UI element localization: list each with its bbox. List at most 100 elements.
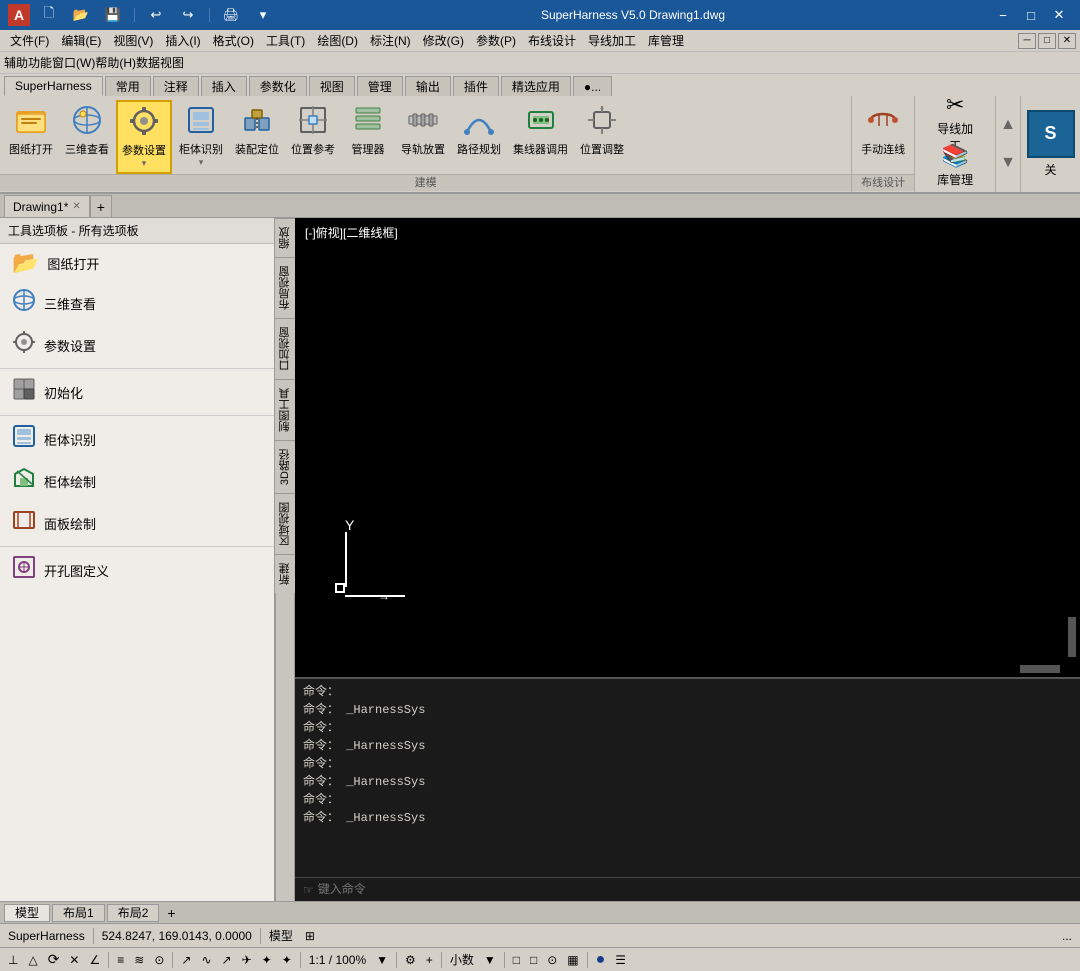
bt-circle-btn[interactable]: ⊙ [543, 952, 561, 968]
ribbon-btn-rail[interactable]: 导轨放置 [396, 100, 450, 161]
ribbon-btn-pos-ref[interactable]: 位置参考 [286, 100, 340, 161]
tab-plugin[interactable]: 插件 [453, 76, 499, 96]
ribbon-btn-manual-wire[interactable]: 手动连线 [856, 100, 910, 161]
bt-square1[interactable]: □ [509, 952, 524, 968]
bt-plus[interactable]: + [422, 952, 437, 968]
sidebar-item-cabinet-detect[interactable]: 柜体识别 [0, 418, 274, 460]
bt-snap[interactable]: ⟳ [44, 950, 64, 969]
maximize-btn[interactable]: □ [1018, 4, 1044, 26]
menu-routing[interactable]: 布线设计 [522, 30, 582, 51]
menu-format[interactable]: 格式(O) [207, 30, 260, 51]
ribbon-btn-params[interactable]: 参数设置 ▾ [116, 100, 172, 174]
ribbon-btn-open-drawing[interactable]: 图纸打开 [4, 100, 58, 161]
bt-square2[interactable]: □ [526, 952, 541, 968]
vtab-new[interactable]: 新建 [275, 554, 295, 593]
v-scrollbar[interactable] [1068, 617, 1076, 657]
menu-modify[interactable]: 修改(G) [417, 30, 470, 51]
doc-tab-new[interactable]: + [90, 195, 112, 217]
sidebar-item-3dview[interactable]: 三维查看 [0, 282, 274, 324]
vtab-add-view[interactable]: 口加视窗 [275, 318, 295, 379]
bt-plane[interactable]: ✈ [238, 952, 256, 968]
doc-tab-drawing1[interactable]: Drawing1* ✕ [4, 195, 90, 217]
close-btn[interactable]: ✕ [1046, 4, 1072, 26]
new-btn[interactable]: 🗋 [36, 4, 62, 26]
save-btn[interactable]: 💾 [100, 4, 126, 26]
tab-annotation[interactable]: 注释 [153, 76, 199, 96]
menu-dataview[interactable]: 数据视图 [136, 54, 184, 71]
menu-file[interactable]: 文件(F) [4, 30, 55, 51]
chevron-down-icon[interactable]: ▼ [1000, 154, 1016, 172]
tab-manage[interactable]: 管理 [357, 76, 403, 96]
menu-tools[interactable]: 工具(T) [260, 30, 311, 51]
bt-angle[interactable]: ∠ [85, 952, 104, 968]
bt-menu[interactable]: ☰ [611, 952, 630, 968]
ribbon-btn-cabinet-detect[interactable]: 柜体识别 ▾ [174, 100, 228, 172]
bt-ortho[interactable]: ⊥ [4, 952, 22, 968]
ribbon-btn-hub[interactable]: 集线器调用 [508, 100, 573, 161]
float-min[interactable]: ─ [1018, 33, 1036, 49]
vtab-zoom[interactable]: 缩放 [275, 218, 295, 257]
menu-insert[interactable]: 插入(I) [159, 30, 206, 51]
bt-transparency[interactable]: ≋ [130, 952, 148, 968]
ribbon-btn-path[interactable]: 路径规划 [452, 100, 506, 161]
sidebar-item-panel-draw[interactable]: 面板绘制 [0, 502, 274, 544]
ribbon-btn-pos-adjust[interactable]: 位置调整 [575, 100, 629, 161]
bt-lineweight[interactable]: ≡ [113, 952, 128, 968]
bt-star2[interactable]: ✦ [278, 952, 296, 968]
menu-window[interactable]: 窗口(W) [52, 54, 95, 71]
tab-parametric[interactable]: 参数化 [249, 76, 307, 96]
vtab-region-view[interactable]: 区域视图 [275, 493, 295, 554]
bt-decimal-arrow[interactable]: ▼ [480, 952, 500, 968]
sidebar-item-init[interactable]: 初始化 [0, 371, 274, 413]
menu-wire-proc[interactable]: 导线加工 [582, 30, 642, 51]
bt-grid-btn[interactable]: ▦ [563, 952, 582, 968]
bottom-tab-new[interactable]: + [161, 903, 181, 923]
bt-nosnap[interactable]: ✕ [65, 952, 83, 968]
bt-arrow1[interactable]: ↗ [177, 952, 195, 968]
bt-wave[interactable]: ∿ [197, 952, 215, 968]
bt-scale[interactable]: 1:1 / 100% [305, 952, 370, 968]
menu-lib[interactable]: 库管理 [642, 30, 690, 51]
ribbon-btn-manager[interactable]: 管理器 [342, 100, 394, 161]
menu-annotate[interactable]: 标注(N) [364, 30, 417, 51]
tab-featured[interactable]: 精选应用 [501, 76, 571, 96]
redo-btn[interactable]: ↪ [175, 4, 201, 26]
undo-btn[interactable]: ↩ [143, 4, 169, 26]
chevron-up-icon[interactable]: ▲ [1000, 116, 1016, 134]
tab-more[interactable]: ●... [573, 76, 612, 96]
close-ribbon-btn[interactable]: 关 [1044, 161, 1056, 178]
float-restore[interactable]: □ [1038, 33, 1056, 49]
tab-common[interactable]: 常用 [105, 76, 151, 96]
tab-output[interactable]: 输出 [405, 76, 451, 96]
print-btn[interactable]: 🖨 [218, 4, 244, 26]
print-arrow-btn[interactable]: ▾ [250, 4, 276, 26]
menu-draw[interactable]: 绘图(D) [311, 30, 364, 51]
tab-view[interactable]: 视图 [309, 76, 355, 96]
bt-decimal[interactable]: 小数 [446, 950, 478, 969]
bt-polar[interactable]: △ [24, 952, 41, 968]
bottom-tab-layout1[interactable]: 布局1 [52, 904, 105, 922]
bottom-tab-layout2[interactable]: 布局2 [107, 904, 160, 922]
ribbon-btn-lib-manage[interactable]: 📚 库管理 [923, 146, 987, 184]
bt-select[interactable]: ⊙ [150, 952, 168, 968]
menu-edit[interactable]: 编辑(E) [55, 30, 107, 51]
vtab-drawing-tool[interactable]: 制图工具 [275, 379, 295, 440]
menu-assist[interactable]: 辅助功能 [4, 54, 52, 71]
bt-scale-arrow[interactable]: ▼ [372, 952, 392, 968]
open-btn[interactable]: 📂 [68, 4, 94, 26]
menu-help[interactable]: 帮助(H) [95, 54, 136, 71]
tab-superharness[interactable]: SuperHarness [4, 76, 103, 96]
sidebar-item-hole[interactable]: 开孔图定义 [0, 549, 274, 591]
sidebar-item-params[interactable]: 参数设置 [0, 324, 274, 366]
bt-gear[interactable]: ⚙ [401, 952, 420, 968]
minimize-btn[interactable]: − [990, 4, 1016, 26]
doc-tab-close[interactable]: ✕ [72, 201, 80, 212]
sidebar-item-cabinet-draw[interactable]: 柜体绘制 [0, 460, 274, 502]
h-scrollbar[interactable] [1020, 665, 1060, 673]
ribbon-btn-wire-proc[interactable]: ✂ 导线加工 [923, 104, 987, 142]
sidebar-item-open[interactable]: 📂 图纸打开 [0, 244, 274, 282]
bt-star1[interactable]: ✦ [258, 952, 276, 968]
ribbon-btn-3d-view[interactable]: 三维查看 [60, 100, 114, 161]
status-more-icon[interactable]: ... [1062, 929, 1072, 943]
menu-view[interactable]: 视图(V) [107, 30, 159, 51]
